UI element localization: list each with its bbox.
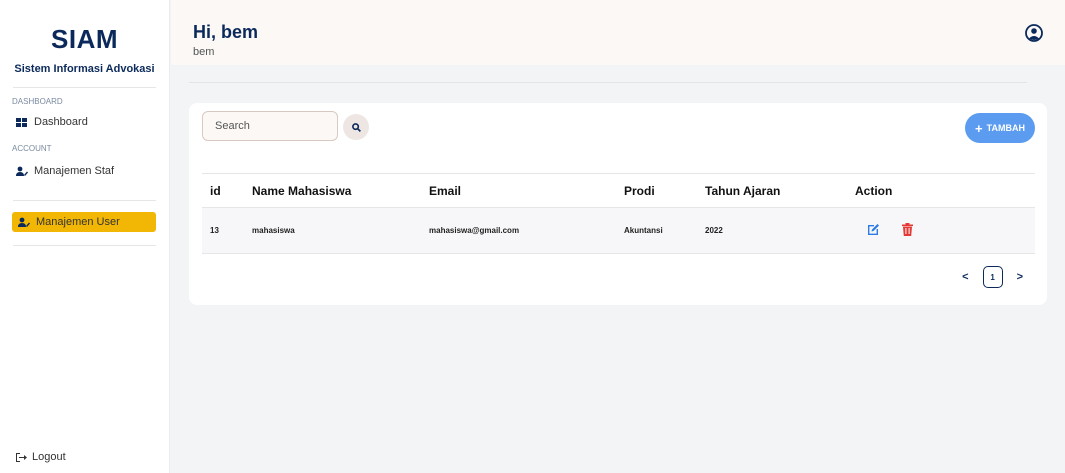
table-row: 13 mahasiswa mahasiswa@gmail.com Akuntan… bbox=[202, 207, 1035, 254]
search-icon bbox=[351, 122, 361, 132]
header-divider bbox=[189, 82, 1027, 83]
add-user-button[interactable]: + TAMBAH bbox=[965, 113, 1035, 143]
trash-icon[interactable] bbox=[902, 223, 913, 236]
edit-icon[interactable] bbox=[867, 223, 880, 236]
cell-name: mahasiswa bbox=[252, 207, 429, 254]
brand-title: SIAM bbox=[51, 24, 118, 54]
pagination-page-button[interactable]: 1 bbox=[982, 266, 1003, 288]
sidebar-item-label: Dashboard bbox=[34, 116, 88, 128]
sidebar: SIAM Sistem Informasi Advokasi DASHBOARD… bbox=[0, 0, 170, 473]
user-edit-icon bbox=[16, 166, 28, 176]
search-input[interactable] bbox=[202, 111, 338, 141]
sidebar-section-dashboard: DASHBOARD bbox=[12, 97, 63, 106]
logout-label: Logout bbox=[32, 451, 66, 463]
logout-button[interactable]: Logout bbox=[16, 451, 66, 463]
cell-prodi: Akuntansi bbox=[624, 207, 705, 254]
cell-id: 13 bbox=[202, 207, 252, 254]
row-actions bbox=[855, 223, 913, 236]
table-header-row: id Name Mahasiswa Email Prodi Tahun Ajar… bbox=[202, 173, 1035, 208]
pagination-next-button[interactable]: > bbox=[1017, 271, 1023, 283]
sidebar-section-account: ACCOUNT bbox=[12, 144, 52, 153]
username: bem bbox=[193, 46, 215, 58]
column-header-id: id bbox=[202, 173, 252, 208]
sidebar-divider bbox=[13, 245, 156, 246]
column-header-prodi: Prodi bbox=[624, 173, 705, 208]
user-table-card: + TAMBAH id Name Mahasiswa Email Prodi T… bbox=[189, 103, 1047, 305]
sidebar-divider bbox=[13, 87, 156, 88]
greeting: Hi, bem bbox=[193, 22, 259, 42]
column-header-email: Email bbox=[429, 173, 624, 208]
add-button-label: TAMBAH bbox=[986, 123, 1025, 133]
column-header-action: Action bbox=[855, 173, 1035, 208]
column-header-name: Name Mahasiswa bbox=[252, 173, 429, 208]
brand-subtitle: Sistem Informasi Advokasi bbox=[14, 63, 155, 75]
plus-icon: + bbox=[975, 120, 983, 136]
sidebar-item-label: Manajemen User bbox=[36, 216, 120, 228]
sidebar-divider bbox=[13, 200, 156, 201]
sidebar-item-manajemen-user[interactable]: Manajemen User bbox=[12, 212, 156, 232]
cell-email: mahasiswa@gmail.com bbox=[429, 207, 624, 254]
top-header: Hi, bem bem bbox=[171, 0, 1065, 65]
logout-icon bbox=[16, 452, 27, 462]
pagination: < 1 > bbox=[962, 266, 1023, 288]
sidebar-item-label: Manajemen Staf bbox=[34, 165, 115, 177]
pagination-prev-button[interactable]: < bbox=[962, 271, 968, 283]
brand: SIAM Sistem Informasi Advokasi bbox=[0, 0, 169, 75]
user-circle-icon[interactable] bbox=[1025, 24, 1043, 42]
search-button[interactable] bbox=[343, 114, 369, 140]
cell-tahun-ajaran: 2022 bbox=[705, 207, 855, 254]
sidebar-item-dashboard[interactable]: Dashboard bbox=[0, 113, 169, 131]
user-edit-icon bbox=[18, 217, 30, 227]
column-header-tahun-ajaran: Tahun Ajaran bbox=[705, 173, 855, 208]
grid-icon bbox=[16, 117, 28, 127]
user-table: id Name Mahasiswa Email Prodi Tahun Ajar… bbox=[202, 173, 1035, 254]
sidebar-item-manajemen-staf[interactable]: Manajemen Staf bbox=[0, 162, 169, 180]
cell-action bbox=[855, 207, 1035, 254]
